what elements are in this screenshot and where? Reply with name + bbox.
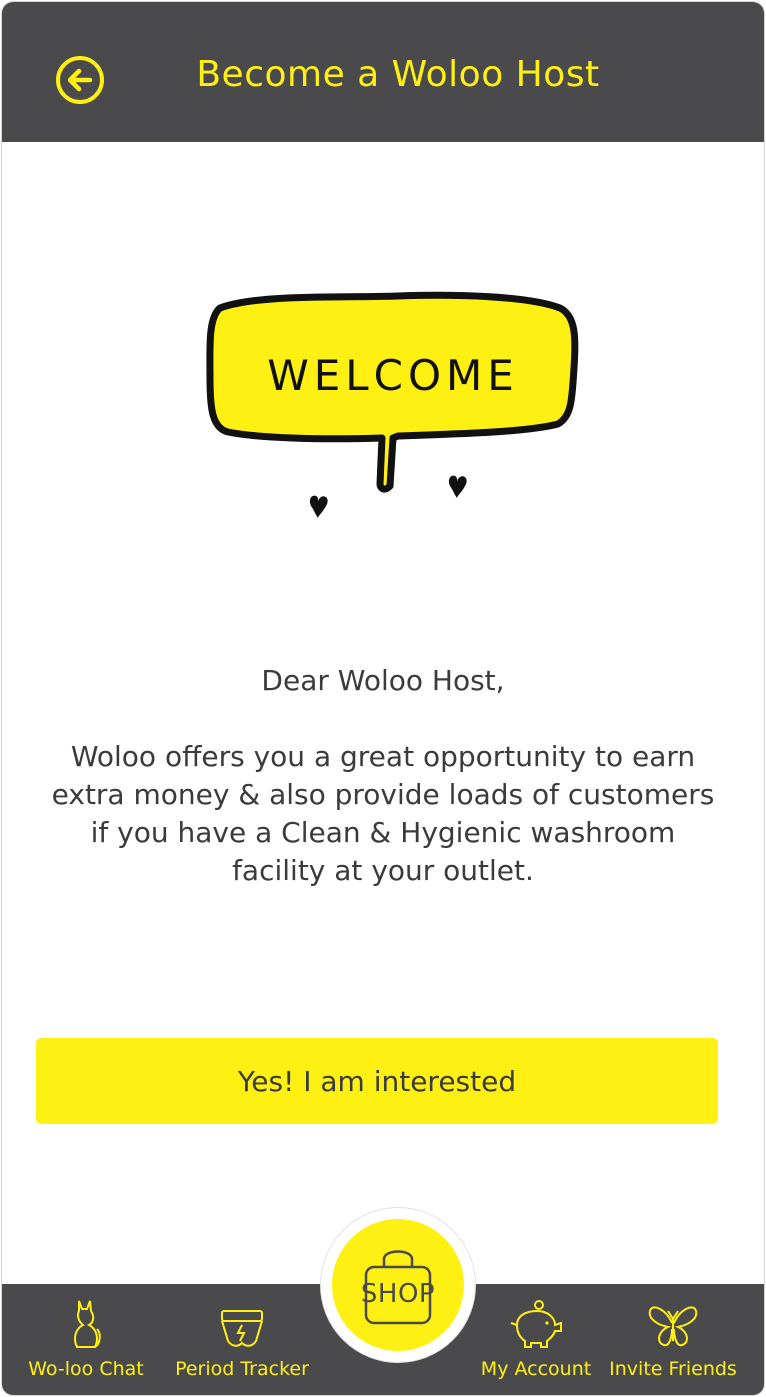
welcome-text: WELCOME bbox=[267, 351, 519, 400]
app-screen: Become a Woloo Host WELCOME Dear Woloo H… bbox=[1, 1, 765, 1396]
page-title: Become a Woloo Host bbox=[196, 54, 600, 95]
nav-item-label: My Account bbox=[480, 1358, 592, 1380]
app-header: Become a Woloo Host bbox=[2, 2, 764, 142]
shop-label: SHOP bbox=[360, 1279, 436, 1309]
nav-item-invite-friends[interactable]: Invite Friends bbox=[606, 1284, 740, 1395]
nav-item-period-tracker[interactable]: Period Tracker bbox=[174, 1284, 310, 1395]
greeting-text: Dear Woloo Host, bbox=[261, 664, 505, 697]
interested-button-label: Yes! I am interested bbox=[237, 1064, 517, 1098]
nav-item-my-account[interactable]: My Account bbox=[476, 1284, 596, 1395]
nav-item-label: Wo-loo Chat bbox=[28, 1358, 144, 1380]
nav-item-woloo-chat[interactable]: Wo-loo Chat bbox=[24, 1284, 148, 1395]
host-message: Dear Woloo Host, Woloo offers you a grea… bbox=[42, 662, 724, 890]
welcome-illustration: WELCOME bbox=[198, 288, 588, 528]
speech-bubble-icon: WELCOME bbox=[206, 291, 579, 518]
nav-item-label: Invite Friends bbox=[609, 1358, 737, 1380]
underwear-icon bbox=[221, 1310, 263, 1347]
shop-button[interactable]: SHOP bbox=[332, 1219, 464, 1351]
butterfly-icon bbox=[648, 1306, 698, 1347]
message-body: Woloo offers you a great opportunity to … bbox=[51, 740, 715, 887]
piggy-bank-icon bbox=[510, 1300, 562, 1348]
cat-icon bbox=[74, 1300, 101, 1348]
nav-item-label: Period Tracker bbox=[175, 1358, 309, 1380]
interested-button[interactable]: Yes! I am interested bbox=[36, 1038, 718, 1124]
